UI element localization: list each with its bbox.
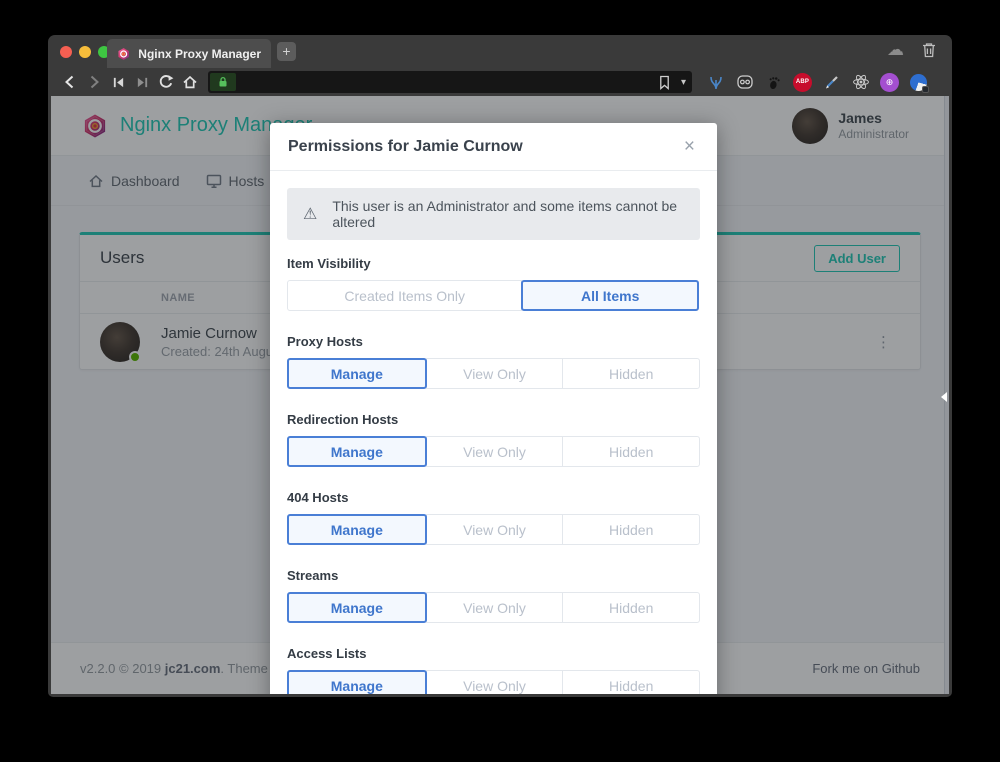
https-lock-icon[interactable] bbox=[210, 73, 236, 91]
section-label: Redirection Hosts bbox=[287, 412, 700, 428]
page-viewport: Nginx Proxy Manager James Administrator … bbox=[51, 96, 949, 694]
option-hidden[interactable]: Hidden bbox=[562, 436, 700, 467]
streams-options: Manage View Only Hidden bbox=[287, 592, 700, 623]
redirection-hosts-options: Manage View Only Hidden bbox=[287, 436, 700, 467]
proxy-hosts-section: Proxy Hosts Manage View Only Hidden bbox=[287, 334, 700, 389]
permissions-modal: Permissions for Jamie Curnow × ⚠ This us… bbox=[270, 123, 717, 694]
tab-title: Nginx Proxy Manager bbox=[138, 47, 261, 61]
section-label: 404 Hosts bbox=[287, 490, 700, 506]
section-label: Access Lists bbox=[287, 646, 700, 662]
warning-icon: ⚠ bbox=[303, 204, 317, 224]
option-manage[interactable]: Manage bbox=[287, 358, 427, 389]
rewind-button[interactable] bbox=[106, 73, 130, 91]
access-lists-options: Manage View Only Hidden bbox=[287, 670, 700, 694]
streams-section: Streams Manage View Only Hidden bbox=[287, 568, 700, 623]
minimize-window-button[interactable] bbox=[79, 46, 91, 58]
fast-forward-button[interactable] bbox=[130, 73, 154, 91]
section-label: Proxy Hosts bbox=[287, 334, 700, 350]
modal-header: Permissions for Jamie Curnow × bbox=[270, 123, 717, 171]
trash-icon[interactable] bbox=[922, 42, 936, 58]
admin-warning-alert: ⚠ This user is an Administrator and some… bbox=[287, 188, 700, 240]
mini-lock-icon bbox=[922, 86, 929, 93]
option-manage[interactable]: Manage bbox=[287, 514, 427, 545]
modal-body: ⚠ This user is an Administrator and some… bbox=[270, 171, 717, 694]
option-view-only[interactable]: View Only bbox=[426, 358, 564, 389]
item-visibility-options: Created Items Only All Items bbox=[287, 280, 700, 311]
item-visibility-section: Item Visibility Created Items Only All I… bbox=[287, 256, 700, 311]
option-view-only[interactable]: View Only bbox=[426, 514, 564, 545]
purple-extension-icon[interactable]: ⊕ bbox=[880, 73, 899, 92]
address-bar[interactable]: ▾ bbox=[208, 71, 692, 93]
option-all-items[interactable]: All Items bbox=[521, 280, 699, 311]
window-controls bbox=[60, 46, 110, 58]
new-tab-button[interactable]: + bbox=[277, 42, 296, 61]
proxy-hosts-options: Manage View Only Hidden bbox=[287, 358, 700, 389]
modal-title: Permissions for Jamie Curnow bbox=[288, 138, 523, 156]
option-hidden[interactable]: Hidden bbox=[562, 592, 700, 623]
browser-toolbar: ▾ ABP bbox=[48, 68, 952, 96]
sync-cloud-icon[interactable]: ☁ bbox=[887, 40, 904, 60]
fork-extension-icon[interactable] bbox=[706, 73, 725, 92]
forward-button[interactable] bbox=[82, 73, 106, 91]
option-hidden[interactable]: Hidden bbox=[562, 670, 700, 694]
cookie-clock-extension-icon[interactable] bbox=[909, 73, 928, 92]
option-created-items-only[interactable]: Created Items Only bbox=[287, 280, 522, 311]
color-picker-extension-icon[interactable] bbox=[822, 73, 841, 92]
gnome-foot-extension-icon[interactable] bbox=[764, 73, 783, 92]
section-label: Streams bbox=[287, 568, 700, 584]
access-lists-section: Access Lists Manage View Only Hidden bbox=[287, 646, 700, 694]
close-icon[interactable]: × bbox=[680, 135, 699, 158]
option-manage[interactable]: Manage bbox=[287, 670, 427, 694]
option-manage[interactable]: Manage bbox=[287, 436, 427, 467]
npm-favicon-icon bbox=[117, 46, 130, 62]
react-devtools-extension-icon[interactable] bbox=[851, 73, 870, 92]
option-view-only[interactable]: View Only bbox=[426, 670, 564, 694]
extensions-row: ABP ⊕ bbox=[706, 73, 928, 92]
alert-text: This user is an Administrator and some i… bbox=[332, 198, 684, 230]
robot-extension-icon[interactable] bbox=[735, 73, 754, 92]
section-label: Item Visibility bbox=[287, 256, 700, 272]
option-view-only[interactable]: View Only bbox=[426, 592, 564, 623]
adblock-plus-extension-icon[interactable]: ABP bbox=[793, 73, 812, 92]
browser-window: Nginx Proxy Manager + ☁ bbox=[48, 35, 952, 697]
panel-toggle-arrow-icon[interactable] bbox=[941, 392, 947, 402]
browser-tab-bar: Nginx Proxy Manager + ☁ bbox=[48, 35, 952, 68]
option-hidden[interactable]: Hidden bbox=[562, 358, 700, 389]
404-hosts-options: Manage View Only Hidden bbox=[287, 514, 700, 545]
close-window-button[interactable] bbox=[60, 46, 72, 58]
option-hidden[interactable]: Hidden bbox=[562, 514, 700, 545]
browser-tab[interactable]: Nginx Proxy Manager bbox=[107, 39, 271, 68]
option-manage[interactable]: Manage bbox=[287, 592, 427, 623]
bookmark-icon[interactable] bbox=[658, 75, 671, 90]
404-hosts-section: 404 Hosts Manage View Only Hidden bbox=[287, 490, 700, 545]
reload-button[interactable] bbox=[154, 73, 178, 91]
option-view-only[interactable]: View Only bbox=[426, 436, 564, 467]
back-button[interactable] bbox=[58, 73, 82, 91]
home-button[interactable] bbox=[178, 73, 202, 91]
bookmark-dropdown-caret-icon[interactable]: ▾ bbox=[681, 77, 686, 88]
redirection-hosts-section: Redirection Hosts Manage View Only Hidde… bbox=[287, 412, 700, 467]
screenshot-stage: Nginx Proxy Manager + ☁ bbox=[0, 0, 1000, 762]
